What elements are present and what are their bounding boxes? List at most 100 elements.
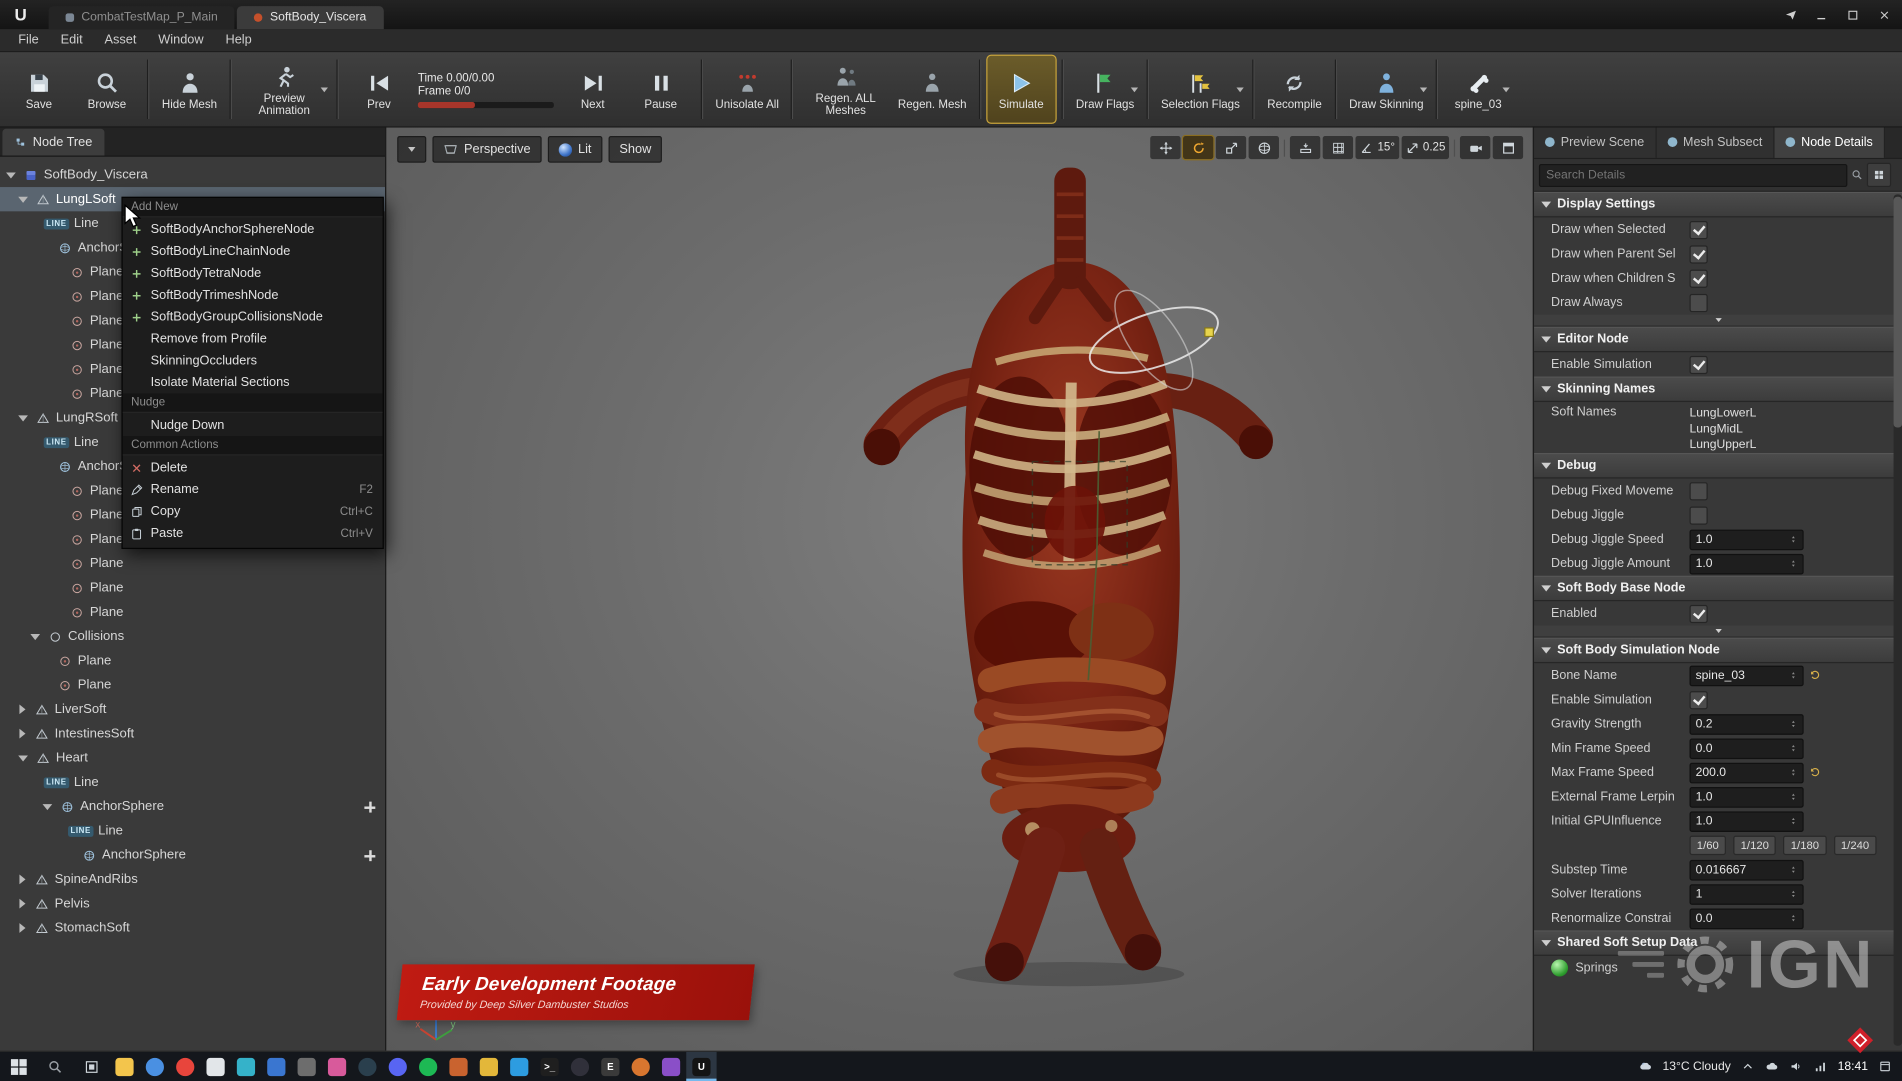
section-header[interactable]: Skinning Names — [1534, 377, 1902, 403]
context-menu-item[interactable]: SoftBodyTetraNode — [123, 262, 383, 284]
value-input[interactable]: 0.0 — [1690, 738, 1804, 759]
frame-rate-button[interactable]: 1/120 — [1733, 836, 1776, 855]
scale-snap-button[interactable]: 0.25 — [1401, 136, 1449, 159]
menu-asset[interactable]: Asset — [94, 29, 148, 51]
tree-item-stomachsoft[interactable]: StomachSoft — [0, 916, 385, 940]
tree-item-collisions[interactable]: Collisions — [0, 624, 385, 648]
taskbar-app-calculator[interactable] — [292, 1052, 322, 1081]
expander-icon[interactable] — [43, 803, 53, 809]
preview-animation-button[interactable]: Preview Animation — [238, 56, 330, 123]
context-menu-item[interactable]: Remove from Profile — [123, 328, 383, 350]
details-scrollbar[interactable] — [1894, 194, 1902, 1045]
window-tab-combattestmap[interactable]: CombatTestMap_P_Main — [49, 6, 235, 29]
taskbar-search-button[interactable] — [36, 1052, 72, 1081]
rotation-snap-button[interactable]: 15° — [1356, 136, 1399, 159]
taskbar-app-discord[interactable] — [383, 1052, 413, 1081]
tree-item-intestinessoft[interactable]: IntestinesSoft — [0, 721, 385, 745]
close-button[interactable] — [1869, 4, 1898, 26]
taskbar-app-chrome[interactable] — [140, 1052, 170, 1081]
section-header[interactable]: Display Settings — [1534, 192, 1902, 218]
tree-item-spineandribs[interactable]: SpineAndRibs — [0, 867, 385, 891]
context-menu-item[interactable]: Delete — [123, 457, 383, 479]
taskbar-app-notepad[interactable] — [200, 1052, 230, 1081]
dropdown-arrow-icon[interactable] — [321, 87, 328, 92]
expander-icon[interactable] — [19, 875, 25, 885]
checkbox[interactable] — [1690, 293, 1708, 311]
expander-icon[interactable] — [30, 633, 40, 639]
weather-icon[interactable] — [1638, 1059, 1653, 1074]
checkbox[interactable] — [1690, 355, 1708, 373]
dropdown-arrow-icon[interactable] — [1131, 87, 1138, 92]
context-menu-item[interactable]: SoftBodyAnchorSphereNode — [123, 219, 383, 241]
tree-item-plane[interactable]: Plane — [0, 551, 385, 575]
draw-skinning-button[interactable]: Draw Skinning — [1343, 56, 1430, 123]
selection-flags-button[interactable]: Selection Flags — [1155, 56, 1246, 123]
taskbar-app-terminal[interactable]: >_ — [534, 1052, 564, 1081]
viewport[interactable]: Perspective Lit Show 15°0.25 — [385, 126, 1533, 1050]
taskbar-app-file-explorer[interactable] — [109, 1052, 139, 1081]
tree-item-anchorsphere[interactable]: AnchorSphere — [0, 794, 385, 818]
value-input[interactable]: 0.2 — [1690, 714, 1804, 735]
taskbar-app-steam[interactable] — [352, 1052, 382, 1081]
value-input[interactable]: 200.0 — [1690, 762, 1804, 783]
checkbox[interactable] — [1690, 482, 1708, 500]
regen-all-meshes-button[interactable]: Regen. ALL Meshes — [800, 56, 892, 123]
menu-edit[interactable]: Edit — [50, 29, 94, 51]
expander-icon[interactable] — [19, 704, 25, 714]
simulate-button[interactable]: Simulate — [987, 56, 1055, 123]
grid-snap-button[interactable] — [1323, 136, 1353, 159]
tree-item-line[interactable]: LINELine — [0, 819, 385, 843]
clock[interactable]: 18:41 — [1838, 1060, 1868, 1073]
context-menu-item[interactable]: RenameF2 — [123, 479, 383, 501]
scrollbar-thumb[interactable] — [1894, 197, 1902, 428]
taskbar-app-archive[interactable] — [474, 1052, 504, 1081]
taskbar-app-mail[interactable] — [261, 1052, 291, 1081]
checkbox[interactable] — [1690, 506, 1708, 524]
context-menu-item[interactable]: CopyCtrl+C — [123, 500, 383, 522]
advanced-expander[interactable] — [1534, 315, 1902, 327]
context-menu-item[interactable]: SoftBodyLineChainNode — [123, 240, 383, 262]
expander-icon[interactable] — [19, 729, 25, 739]
dropdown-arrow-icon[interactable] — [1236, 87, 1243, 92]
regen-mesh-button[interactable]: Regen. Mesh — [892, 56, 973, 123]
expander-icon[interactable] — [18, 415, 28, 421]
checkbox[interactable] — [1690, 604, 1708, 622]
checkbox[interactable] — [1690, 691, 1708, 709]
taskbar-app-media-player[interactable] — [170, 1052, 200, 1081]
scale-tool-button[interactable] — [1216, 136, 1246, 159]
pause-button[interactable]: Pause — [627, 56, 695, 123]
expander-icon[interactable] — [19, 899, 25, 909]
draw-flags-button[interactable]: Draw Flags — [1070, 56, 1141, 123]
advanced-expander[interactable] — [1534, 626, 1902, 638]
bone-select-button[interactable]: spine_03 — [1444, 56, 1512, 123]
value-input[interactable]: 1.0 — [1690, 811, 1804, 832]
add-child-node-button[interactable] — [364, 801, 375, 812]
lit-mode-button[interactable]: Lit — [548, 136, 603, 163]
taskbar-app-obs[interactable] — [565, 1052, 595, 1081]
tree-item-line[interactable]: LINELine — [0, 770, 385, 794]
show-flags-button[interactable]: Show — [608, 136, 662, 163]
frame-rate-button[interactable]: 1/240 — [1834, 836, 1877, 855]
frame-rate-button[interactable]: 1/60 — [1690, 836, 1727, 855]
reset-icon[interactable] — [1809, 766, 1821, 778]
context-menu-item[interactable]: SoftBodyGroupCollisionsNode — [123, 306, 383, 328]
tree-item-pelvis[interactable]: Pelvis — [0, 892, 385, 916]
menu-file[interactable]: File — [7, 29, 49, 51]
tray-expand-icon[interactable] — [1740, 1059, 1755, 1074]
section-header[interactable]: Editor Node — [1534, 327, 1902, 353]
context-menu-item[interactable]: PasteCtrl+V — [123, 522, 383, 544]
taskbar-app-visual-studio[interactable] — [656, 1052, 686, 1081]
value-input[interactable]: 0.0 — [1690, 908, 1804, 929]
section-header[interactable]: Debug — [1534, 453, 1902, 479]
tree-item-heart[interactable]: Heart — [0, 746, 385, 770]
checkbox[interactable] — [1690, 245, 1708, 263]
cloud-sync-icon[interactable] — [1765, 1059, 1780, 1074]
window-tab-softbody-viscera[interactable]: SoftBody_Viscera — [237, 6, 383, 29]
prev-button[interactable]: Prev — [345, 56, 413, 123]
paper-plane-icon[interactable] — [1777, 4, 1804, 26]
taskbar-app-unreal-editor[interactable]: U — [686, 1052, 716, 1081]
tab-preview-scene[interactable]: Preview Scene — [1534, 126, 1656, 158]
reset-icon[interactable] — [1809, 669, 1821, 681]
perspective-button[interactable]: Perspective — [432, 136, 541, 163]
taskbar-app-code-editor[interactable] — [504, 1052, 534, 1081]
